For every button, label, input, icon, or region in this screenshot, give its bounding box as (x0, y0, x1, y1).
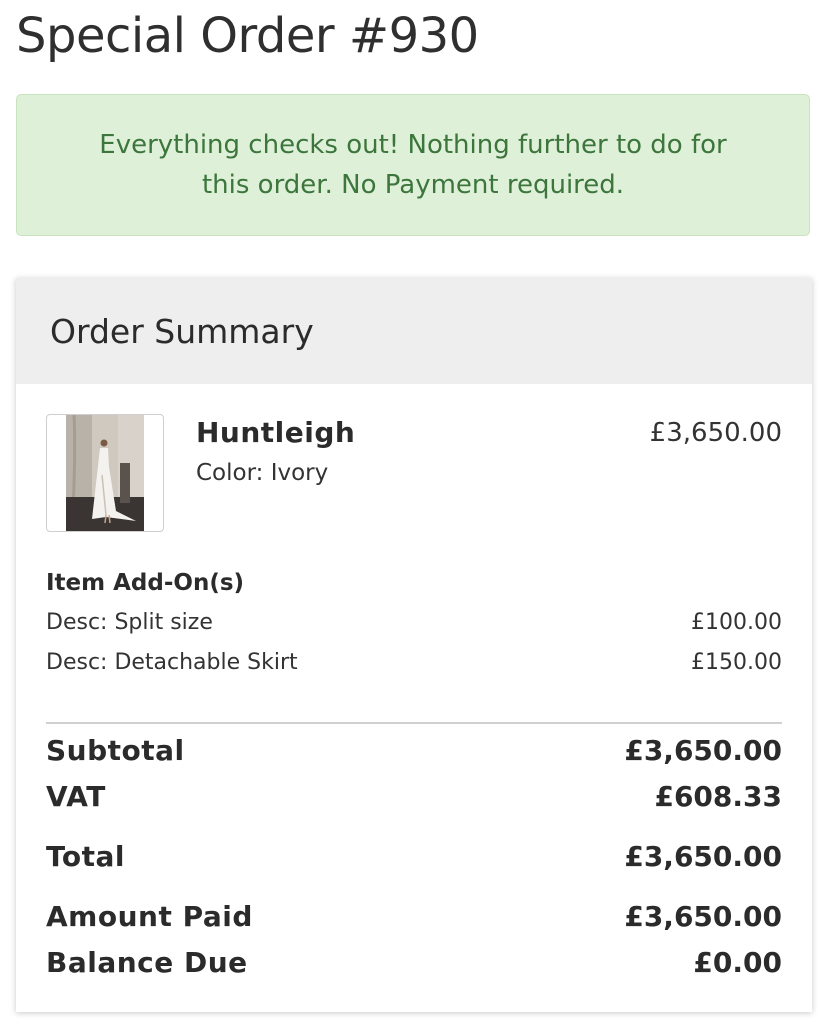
balance-due-row: Balance Due £0.00 (46, 946, 782, 982)
addon-row: Desc: Split size £100.00 (46, 610, 782, 640)
item-name: Huntleigh (196, 416, 356, 449)
addon-desc: Desc: Detachable Skirt (46, 650, 298, 675)
amount-paid-row: Amount Paid £3,650.00 (46, 900, 782, 936)
amount-paid-value: £3,650.00 (624, 900, 782, 933)
addon-price: £100.00 (691, 610, 782, 635)
addon-desc: Desc: Split size (46, 610, 213, 635)
balance-due-value: £0.00 (693, 946, 782, 979)
divider (46, 722, 782, 724)
addon-row: Desc: Detachable Skirt £150.00 (46, 650, 782, 680)
total-label: Total (46, 840, 125, 873)
balance-due-label: Balance Due (46, 946, 248, 979)
success-alert: Everything checks out! Nothing further t… (16, 94, 810, 236)
product-thumbnail[interactable] (46, 414, 164, 532)
subtotal-value: £3,650.00 (624, 734, 782, 767)
vat-row: VAT £608.33 (46, 780, 782, 816)
alert-message: Everything checks out! Nothing further t… (99, 130, 727, 200)
order-item: Huntleigh Color: Ivory £3,650.00 (46, 414, 782, 534)
order-summary-card: Order Summary Huntleigh Color: Ivory £3,… (16, 278, 812, 1012)
item-color: Color: Ivory (196, 460, 329, 486)
vat-label: VAT (46, 780, 106, 813)
subtotal-label: Subtotal (46, 734, 185, 767)
vat-value: £608.33 (654, 780, 782, 813)
addon-price: £150.00 (691, 650, 782, 675)
total-value: £3,650.00 (624, 840, 782, 873)
card-header: Order Summary (16, 278, 812, 384)
card-title: Order Summary (50, 311, 314, 351)
total-row: Total £3,650.00 (46, 840, 782, 876)
subtotal-row: Subtotal £3,650.00 (46, 734, 782, 770)
page-title: Special Order #930 (16, 8, 479, 64)
dress-photo-icon (66, 415, 144, 531)
amount-paid-label: Amount Paid (46, 900, 253, 933)
addons-title: Item Add-On(s) (46, 570, 245, 596)
item-price: £3,650.00 (649, 418, 782, 448)
